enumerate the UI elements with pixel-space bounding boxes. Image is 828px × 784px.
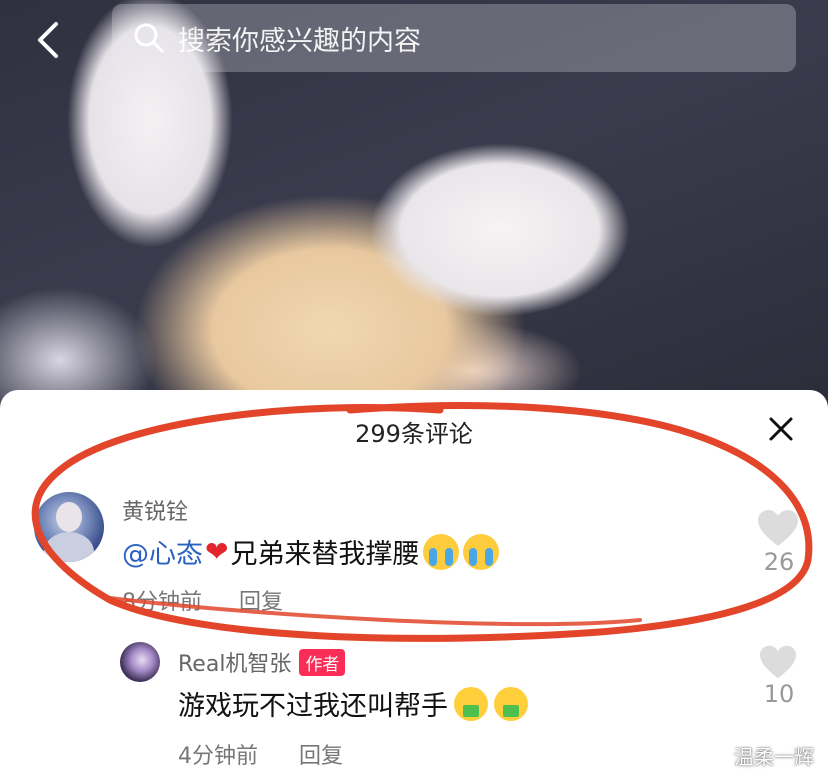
reply-meta: 4分钟前 回复 xyxy=(178,738,343,770)
like-count: 10 xyxy=(763,680,795,708)
watermark: 温柔一辉 xyxy=(734,745,814,769)
search-icon xyxy=(134,23,164,53)
reply-body: 游戏玩不过我还叫帮手 xyxy=(178,691,448,722)
loudly-crying-face-icon xyxy=(423,533,460,570)
mention-link[interactable]: @心态 xyxy=(122,532,203,571)
heart-emoji: ❤ xyxy=(205,535,229,568)
comment-time: 8分钟前 xyxy=(122,590,202,615)
search-bar[interactable]: 搜索你感兴趣的内容 xyxy=(112,4,796,72)
money-mouth-face-icon xyxy=(454,686,488,721)
avatar-body xyxy=(44,532,94,562)
reply-text: 游戏玩不过我还叫帮手 xyxy=(178,684,528,723)
reply-author-row: Real机智张 作者 xyxy=(178,646,346,678)
reply-time: 4分钟前 xyxy=(178,744,258,769)
comment-count-title: 299条评论 xyxy=(355,420,473,448)
loudly-crying-face-icon xyxy=(463,533,500,570)
author-badge: 作者 xyxy=(299,648,346,676)
like-heart-icon[interactable] xyxy=(756,508,800,548)
close-icon[interactable] xyxy=(766,414,796,444)
comment-text: @心态 ❤ 兄弟来替我撑腰 xyxy=(122,532,500,571)
comment-meta: 8分钟前 回复 xyxy=(122,584,283,616)
avatar[interactable] xyxy=(34,492,104,562)
comment-author[interactable]: 黄锐铨 xyxy=(122,494,188,526)
reply-author[interactable]: Real机智张 xyxy=(178,646,291,678)
comment-sheet: 299条评论 黄锐铨 @心态 ❤ 兄弟来替我撑腰 8分钟前 回复 26 Real… xyxy=(0,390,828,784)
avatar[interactable] xyxy=(120,642,160,682)
reply-button[interactable]: 回复 xyxy=(299,744,343,769)
reply-button[interactable]: 回复 xyxy=(239,590,283,615)
like-heart-icon[interactable] xyxy=(756,644,800,680)
search-placeholder: 搜索你感兴趣的内容 xyxy=(178,25,421,57)
avatar-face xyxy=(56,502,82,532)
like-count: 26 xyxy=(763,548,795,576)
chevron-left-icon[interactable] xyxy=(30,20,70,60)
comment-body: 兄弟来替我撑腰 xyxy=(230,539,420,570)
money-mouth-face-icon xyxy=(494,686,528,721)
